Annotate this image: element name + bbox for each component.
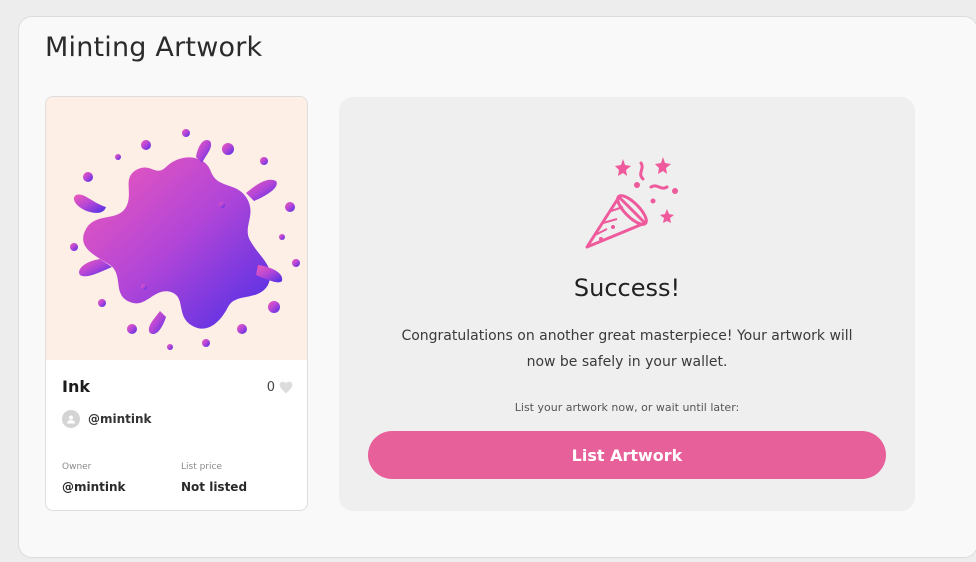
user-icon <box>67 415 75 424</box>
artwork-image <box>46 97 307 360</box>
success-message: Congratulations on another great masterp… <box>401 328 853 370</box>
success-panel: Success! Congratulations on another grea… <box>339 97 915 511</box>
success-title: Success! <box>573 274 681 302</box>
list-hint: List your artwork now, or wait until lat… <box>514 401 740 414</box>
heart-icon[interactable] <box>279 381 293 394</box>
likes-counter[interactable]: 0 <box>267 380 293 395</box>
artwork-card[interactable]: Ink 0 @mintink Owner @mintink List price… <box>45 96 308 511</box>
owner-value[interactable]: @mintink <box>62 480 126 494</box>
owner-label: Owner <box>62 462 92 472</box>
creator-row[interactable]: @mintink <box>62 410 152 428</box>
page-title: Minting Artwork <box>45 32 263 63</box>
page: Minting Artwork Ink 0 @mintink Owner @mi… <box>0 0 976 562</box>
artwork-name: Ink <box>62 377 90 396</box>
list-price-value: Not listed <box>181 480 248 494</box>
ink-splash-artwork <box>70 129 300 350</box>
list-artwork-button[interactable]: List Artwork <box>368 431 886 479</box>
creator-handle[interactable]: @mintink <box>88 412 152 426</box>
likes-count: 0 <box>266 380 275 395</box>
avatar <box>62 410 80 428</box>
party-popper-icon <box>567 139 687 263</box>
list-price-label: List price <box>181 462 222 472</box>
